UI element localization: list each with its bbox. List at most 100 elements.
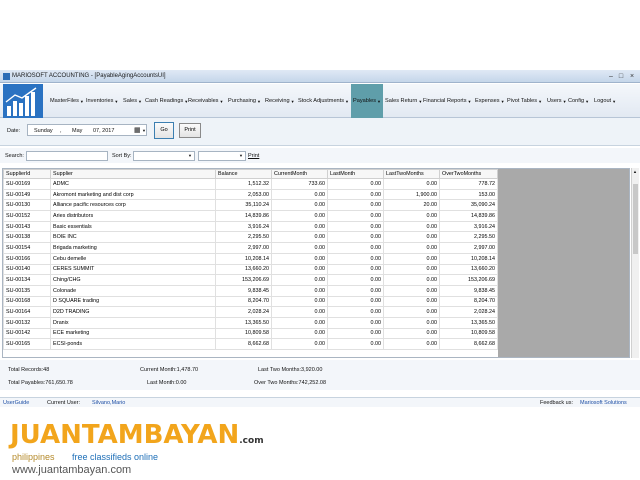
column-header-overtwomonths[interactable]: OverTwoMonths [439,169,498,179]
print-link[interactable]: Print [248,153,259,159]
column-header-balance[interactable]: Balance [215,169,272,179]
table-cell: 35,090.24 [439,199,498,212]
table-row[interactable]: SU-00130 Alliance pacific resources corp 3… [3,199,498,212]
status-bar: UserGuide Current User: Silvano,Mario Fe… [0,397,640,407]
sort-order-select[interactable]: ▼ [198,151,246,161]
menu-item-users[interactable]: Users ▼ [545,84,567,118]
table-cell: 0.00 [271,263,328,276]
print-button[interactable]: Print [179,123,201,138]
table-cell: 733.60 [271,178,328,190]
chevron-down-icon: ▼ [257,98,261,104]
table-cell: SU-00143 [3,220,51,233]
menu-item-stock-adjustments[interactable]: Stock Adjustments ▼ [296,84,351,118]
table-cell: 13,660.20 [215,263,272,276]
table-cell: 0.00 [271,274,328,286]
table-row[interactable]: SU-00168 D SQUARE trading 8,204.70 0.00 0.00… [3,295,498,308]
table-cell: 0.00 [271,199,328,212]
column-header-lasttwomonths[interactable]: LastTwoMonths [383,169,440,179]
table-cell: 2,028.24 [215,306,272,318]
menu-item-sales-return[interactable]: Sales Return ▼ [383,84,422,118]
table-cell: SU-00149 [3,188,51,201]
userguide-link[interactable]: UserGuide [3,400,29,406]
table-cell: 2,053.00 [215,188,272,201]
menu-item-expenses[interactable]: Expenses ▼ [473,84,505,118]
column-header-supplier[interactable]: Supplier [50,169,216,179]
menu-item-label: Receiving [265,98,290,104]
sortby-label: Sort By: [112,153,132,159]
total-payables: Total Payables:761,650.78 [8,380,73,386]
table-cell: 0.00 [327,316,384,329]
last-two-months-total: Last Two Months:3,920.00 [258,367,323,373]
menu-item-config[interactable]: Config ▼ [566,84,592,118]
calendar-icon[interactable]: ▦ [134,126,141,134]
menu-item-cash-readings[interactable]: Cash Readings ▼ [143,84,188,118]
chevron-down-icon: ▼ [377,98,381,104]
table-cell: 0.00 [383,327,440,340]
table-cell: 20.00 [383,199,440,212]
scroll-up-icon[interactable]: ▲ [633,169,637,174]
date-picker[interactable]: Sunday , May 07, 2017 ▦ ▼ [27,124,147,136]
table-row[interactable]: SU-00149 Akromont marketing and dist corp… [3,188,498,201]
chevron-down-icon[interactable]: ▼ [142,128,146,133]
search-input[interactable] [26,151,108,161]
table-cell: 0.00 [327,242,384,254]
table-cell: 3,916.24 [439,220,498,233]
restore-icon[interactable]: □ [616,72,626,81]
table-cell: ECE marketing [50,327,216,340]
table-row[interactable]: SU-00165 ECSI-ponds 8,662.68 0.00 0.00 0.00 8,… [3,338,498,350]
table-cell: D2D TRADING [50,306,216,318]
table-row[interactable]: SU-00152 Aries distributors 14,839.86 0.00 0… [3,210,498,222]
table-cell: 13,365.50 [439,316,498,329]
total-records: Total Records:48 [8,367,50,373]
table-cell: 35,110.24 [215,199,272,212]
menu-item-label: Payables [353,98,377,104]
table-cell: SU-00134 [3,274,51,286]
menu-item-receivables[interactable]: Receivables ▼ [186,84,226,118]
menu-item-sales[interactable]: Sales ▼ [121,84,143,118]
menu-item-financial-reports[interactable]: Financial Reports ▼ [421,84,473,118]
feedback-link[interactable]: Mariosoft Solutions [580,400,627,406]
watermark-url: www.juantambayan.com [12,464,132,476]
table-row[interactable]: SU-00132 Dranix 13,365.50 0.00 0.00 0.00 13,36… [3,316,498,329]
minimize-icon[interactable]: – [606,72,616,81]
table-cell: 9,838.45 [215,284,272,297]
table-cell: SU-00154 [3,242,51,254]
table-cell: SU-00135 [3,284,51,297]
table-cell: 10,208.14 [215,252,272,265]
menu-item-receiving[interactable]: Receiving ▼ [263,84,296,118]
scrollbar-thumb[interactable] [633,184,638,254]
sortby-select[interactable]: ▼ [133,151,195,161]
column-header-currentmonth[interactable]: CurrentMonth [271,169,328,179]
table-row[interactable]: SU-00138 BOIE INC 2,295.50 0.00 0.00 0.00 2,29… [3,231,498,244]
menu-item-inventories[interactable]: Inventories ▼ [84,84,121,118]
table-cell: D SQUARE trading [50,295,216,308]
current-user-name: Silvano,Mario [92,400,126,406]
table-row[interactable]: SU-00143 Basic essentials 3,916.24 0.00 0.00… [3,220,498,233]
table-row[interactable]: SU-00135 Colonade 9,838.45 0.00 0.00 0.00 9,83… [3,284,498,297]
menu-item-logout[interactable]: Logout ▼ [592,84,620,118]
current-user-label: Current User: [47,400,81,406]
table-cell: Cebu demelle [50,252,216,265]
search-bar: Search: Sort By: ▼ ▼ Print [0,148,640,163]
menu-item-purchasing[interactable]: Purchasing ▼ [226,84,263,118]
table-row[interactable]: SU-00166 Cebu demelle 10,208.14 0.00 0.00 0.0… [3,252,498,265]
table-row[interactable]: SU-00142 ECE marketing 10,809.58 0.00 0.00 0.… [3,327,498,340]
table-row[interactable]: SU-00140 CERES SUMMIT 13,660.20 0.00 0.00 0.0… [3,263,498,276]
table-row[interactable]: SU-00169 ADMC 1,512.32 733.60 0.00 0.00 778.72 [3,178,498,190]
go-button[interactable]: Go [154,122,174,139]
payables-table: SupplierId Supplier Balance CurrentMonth Las… [3,169,498,350]
close-icon[interactable]: × [627,72,637,81]
menu-item-pivot-tables[interactable]: Pivot Tables ▼ [505,84,545,118]
table-row[interactable]: SU-00154 Brigada marketing 2,997.00 0.00 0.0… [3,242,498,254]
table-cell: 9,838.45 [439,284,498,297]
menu-item-masterfiles[interactable]: MasterFiles ▼ [48,84,84,118]
table-cell: SU-00165 [3,338,51,350]
column-header-lastmonth[interactable]: LastMonth [327,169,384,179]
menu-item-payables[interactable]: Payables ▼ [351,84,383,118]
table-row[interactable]: SU-00164 D2D TRADING 2,028.24 0.00 0.00 0.00 2… [3,306,498,318]
watermark-tagline-right: free classifieds online [72,452,159,462]
table-row[interactable]: SU-00134 Ching/CHG 153,206.69 0.00 0.00 0.00 1… [3,274,498,286]
vertical-scrollbar[interactable]: ▲ [631,168,639,358]
table-cell: 0.00 [327,306,384,318]
column-header-supplierid[interactable]: SupplierId [3,169,51,179]
